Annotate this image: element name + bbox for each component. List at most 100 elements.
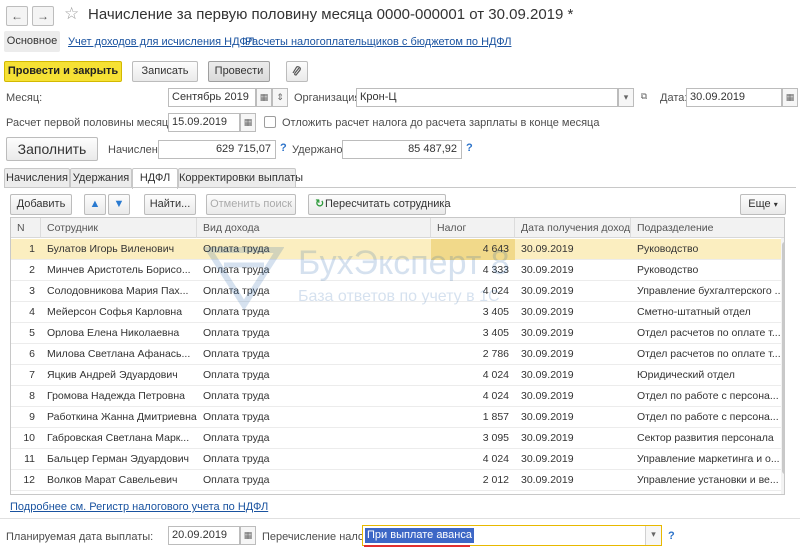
organization-open-button[interactable]: ⧉: [636, 88, 652, 107]
move-down-button[interactable]: ▼: [108, 194, 130, 215]
back-button[interactable]: ←: [6, 6, 28, 26]
tab-accruals[interactable]: Начисления: [4, 168, 70, 188]
tab-payment-adjustments[interactable]: Корректировки выплаты: [178, 168, 303, 188]
cell-income-date[interactable]: 30.09.2019: [515, 260, 631, 281]
cell-department[interactable]: Управление установки и ве...: [631, 470, 781, 491]
tax-transfer-select[interactable]: При выплате аванса ▾: [362, 525, 662, 546]
move-up-button[interactable]: ▲: [84, 194, 106, 215]
table-row[interactable]: 2 Минчев Аристотель Борисо... Оплата труда…: [11, 260, 784, 281]
cell-tax[interactable]: 3 095: [431, 428, 515, 449]
cell-employee[interactable]: Орлова Елена Николаевна: [41, 323, 197, 344]
table-row[interactable]: 8 Громова Надежда Петровна Оплата труда 4 0…: [11, 386, 784, 407]
cell-tax[interactable]: 4 643: [431, 239, 515, 260]
cell-income-type[interactable]: Оплата труда: [197, 470, 431, 491]
cell-tax[interactable]: 4 024: [431, 386, 515, 407]
cell-income-date[interactable]: 30.09.2019: [515, 239, 631, 260]
cell-income-type[interactable]: Оплата труда: [197, 323, 431, 344]
table-row[interactable]: 3 Солодовникова Мария Пах... Оплата труда 4…: [11, 281, 784, 302]
cell-employee[interactable]: Волков Марат Савельевич: [41, 470, 197, 491]
table-row[interactable]: 7 Яцкив Андрей Эдуардович Оплата труда 4 02…: [11, 365, 784, 386]
cell-tax[interactable]: 4 024: [431, 449, 515, 470]
date-field[interactable]: 30.09.2019: [686, 88, 782, 107]
cell-employee[interactable]: Громова Надежда Петровна: [41, 386, 197, 407]
col-department[interactable]: Подразделение: [631, 218, 781, 238]
forward-button[interactable]: →: [32, 6, 54, 26]
calc-until-field[interactable]: 15.09.2019: [168, 113, 240, 132]
cell-income-date[interactable]: 30.09.2019: [515, 323, 631, 344]
cell-n[interactable]: 1: [11, 239, 41, 260]
month-calendar-button[interactable]: ▦: [256, 88, 272, 107]
table-scrollbar[interactable]: [781, 238, 784, 494]
tax-transfer-dropdown-button[interactable]: ▾: [645, 526, 661, 545]
cell-department[interactable]: Сметно-штатный отдел: [631, 302, 781, 323]
cell-department[interactable]: Отдел расчетов по оплате т...: [631, 323, 781, 344]
cell-employee[interactable]: Солодовникова Мария Пах...: [41, 281, 197, 302]
defer-tax-checkbox[interactable]: [264, 116, 276, 128]
month-field[interactable]: Сентябрь 2019: [168, 88, 256, 107]
cell-income-date[interactable]: 30.09.2019: [515, 365, 631, 386]
cell-n[interactable]: 10: [11, 428, 41, 449]
cell-n[interactable]: 4: [11, 302, 41, 323]
cell-department[interactable]: Отдел по работе с персона...: [631, 407, 781, 428]
tax-transfer-help-icon[interactable]: ?: [668, 530, 675, 542]
cell-income-type[interactable]: Оплата труда: [197, 407, 431, 428]
organization-field[interactable]: Крон-Ц: [356, 88, 618, 107]
cell-department[interactable]: Юридический отдел: [631, 365, 781, 386]
cell-n[interactable]: 7: [11, 365, 41, 386]
cell-department[interactable]: Управление бухгалтерского ...: [631, 281, 781, 302]
cell-income-type[interactable]: Оплата труда: [197, 260, 431, 281]
table-row[interactable]: 1 Булатов Игорь Виленович Оплата труда 4 64…: [11, 239, 784, 260]
cell-income-date[interactable]: 30.09.2019: [515, 281, 631, 302]
month-spin-button[interactable]: ⇕: [272, 88, 288, 107]
date-calendar-button[interactable]: ▦: [782, 88, 798, 107]
cell-income-date[interactable]: 30.09.2019: [515, 428, 631, 449]
cell-income-type[interactable]: Оплата труда: [197, 239, 431, 260]
col-tax[interactable]: Налог: [431, 218, 515, 238]
table-row[interactable]: 9 Работкина Жанна Дмитриевна Оплата труда 1…: [11, 407, 784, 428]
post-and-close-button[interactable]: Провести и закрыть: [4, 61, 122, 82]
organization-dropdown-button[interactable]: ▾: [618, 88, 634, 107]
col-income-type[interactable]: Вид дохода: [197, 218, 431, 238]
accrued-help-icon[interactable]: ?: [280, 142, 287, 154]
cell-tax[interactable]: 4 024: [431, 281, 515, 302]
more-button[interactable]: Еще ▾: [740, 194, 786, 215]
table-row[interactable]: 11 Бальцер Герман Эдуардович Оплата труда 4…: [11, 449, 784, 470]
cell-n[interactable]: 11: [11, 449, 41, 470]
write-button[interactable]: Записать: [132, 61, 198, 82]
cell-employee[interactable]: Яцкив Андрей Эдуардович: [41, 365, 197, 386]
cell-n[interactable]: 12: [11, 470, 41, 491]
add-button[interactable]: Добавить: [10, 194, 72, 215]
cell-department[interactable]: Сектор развития персонала: [631, 428, 781, 449]
cell-tax[interactable]: 1 857: [431, 407, 515, 428]
cell-tax[interactable]: 2 012: [431, 470, 515, 491]
cell-income-date[interactable]: 30.09.2019: [515, 407, 631, 428]
cell-tax[interactable]: 3 405: [431, 323, 515, 344]
cell-department[interactable]: Руководство: [631, 239, 781, 260]
table-row[interactable]: 12 Волков Марат Савельевич Оплата труда 2 0…: [11, 470, 784, 491]
cell-income-date[interactable]: 30.09.2019: [515, 344, 631, 365]
cell-tax[interactable]: 2 786: [431, 344, 515, 365]
col-employee[interactable]: Сотрудник: [41, 218, 197, 238]
cell-department[interactable]: Отдел расчетов по оплате т...: [631, 344, 781, 365]
recalc-employee-button[interactable]: ↻ Пересчитать сотрудника: [308, 194, 451, 215]
favorite-star-icon[interactable]: ☆: [64, 4, 79, 24]
tab-ndfl[interactable]: НДФЛ: [132, 168, 178, 189]
link-income-accounting[interactable]: Учет доходов для исчисления НДФЛ: [68, 36, 255, 48]
table-row[interactable]: 5 Орлова Елена Николаевна Оплата труда 3 40…: [11, 323, 784, 344]
pay-date-field[interactable]: 20.09.2019: [168, 526, 240, 545]
cell-employee[interactable]: Милова Светлана Афанась...: [41, 344, 197, 365]
cell-income-type[interactable]: Оплата труда: [197, 344, 431, 365]
cell-income-type[interactable]: Оплата труда: [197, 302, 431, 323]
withheld-help-icon[interactable]: ?: [466, 142, 473, 154]
cell-tax[interactable]: 3 405: [431, 302, 515, 323]
calc-until-calendar-button[interactable]: ▦: [240, 113, 256, 132]
cell-income-date[interactable]: 30.09.2019: [515, 449, 631, 470]
cell-income-date[interactable]: 30.09.2019: [515, 470, 631, 491]
cell-n[interactable]: 8: [11, 386, 41, 407]
cell-employee[interactable]: Булатов Игорь Виленович: [41, 239, 197, 260]
cell-tax[interactable]: 4 024: [431, 365, 515, 386]
cell-income-type[interactable]: Оплата труда: [197, 449, 431, 470]
scrollbar-thumb[interactable]: [782, 242, 784, 474]
table-row[interactable]: 4 Мейерсон Софья Карловна Оплата труда 3 40…: [11, 302, 784, 323]
cell-employee[interactable]: Мейерсон Софья Карловна: [41, 302, 197, 323]
